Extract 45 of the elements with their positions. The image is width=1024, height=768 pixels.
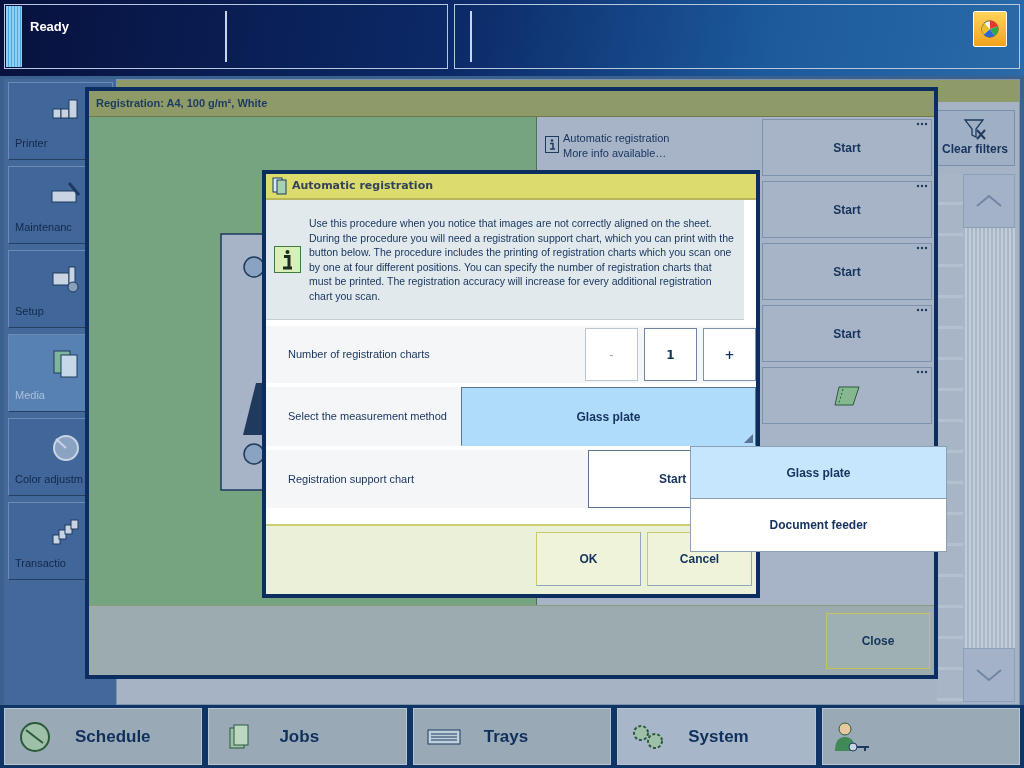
- info-link[interactable]: Automatic registration More info available…: [545, 131, 670, 161]
- chevron-down-icon: [975, 668, 1003, 682]
- dropdown-corner-icon: [744, 434, 753, 443]
- nav-tab[interactable]: Trays: [412, 708, 612, 765]
- dialog-button[interactable]: OK: [536, 532, 641, 586]
- start-button[interactable]: Start: [762, 243, 932, 300]
- more-icon: [916, 308, 928, 312]
- field-label: Select the measurement method: [287, 409, 448, 424]
- info-icon: [274, 246, 301, 273]
- clear-filters-button[interactable]: Clear filters: [935, 110, 1015, 166]
- paper-sheet-icon: [833, 384, 861, 407]
- sheets-icon: [272, 177, 287, 195]
- filter-clear-icon: [963, 118, 987, 140]
- scroll-up-button[interactable]: [963, 174, 1015, 228]
- dialog-title: Automatic registration: [292, 177, 434, 194]
- paper-icon-button[interactable]: [762, 367, 932, 424]
- method-dropdown[interactable]: Glass plate: [461, 387, 756, 446]
- more-icon: [916, 246, 928, 250]
- description-text: Use this procedure when you notice that images are not correctly aligned on the sheet. During the procedure you will need a registration support chart, which you can print with the button below. The procedure includes the printing of registration charts which you scan one by one at four different positions. You can specify the number of registration charts that must be printed. The registration accuracy will increase for every additional registration chart you scan.: [309, 216, 735, 303]
- field-label: Registration support chart: [287, 471, 415, 487]
- start-button[interactable]: Start: [762, 119, 932, 176]
- user-login-button[interactable]: [821, 708, 1021, 765]
- info-icon: [545, 136, 559, 153]
- stacked-sheets-icon: [51, 516, 81, 547]
- dropdown-option[interactable]: Glass plate: [691, 447, 946, 499]
- printer-gear-icon: [51, 264, 81, 295]
- status-text: Ready: [22, 11, 227, 62]
- scroll-down-button[interactable]: [963, 648, 1015, 702]
- more-icon: [916, 370, 928, 374]
- start-button[interactable]: Start: [762, 305, 932, 362]
- field-label: Number of registration charts: [287, 347, 431, 362]
- close-button[interactable]: Close: [826, 613, 930, 669]
- nav-tab[interactable]: Jobs: [208, 708, 407, 765]
- user-key-icon: [832, 720, 871, 753]
- more-icon: [916, 122, 928, 126]
- more-icon: [916, 184, 928, 188]
- count-value: 1: [644, 328, 697, 381]
- nav-tab[interactable]: Schedule: [4, 708, 203, 765]
- nav-tab[interactable]: System: [617, 708, 816, 765]
- color-wheel-button[interactable]: [973, 11, 1007, 47]
- start-button[interactable]: Start: [762, 181, 932, 238]
- chevron-up-icon: [975, 194, 1003, 208]
- status-indicator: [6, 6, 22, 67]
- media-sheets-icon: [51, 348, 81, 379]
- increment-button[interactable]: +: [703, 328, 756, 381]
